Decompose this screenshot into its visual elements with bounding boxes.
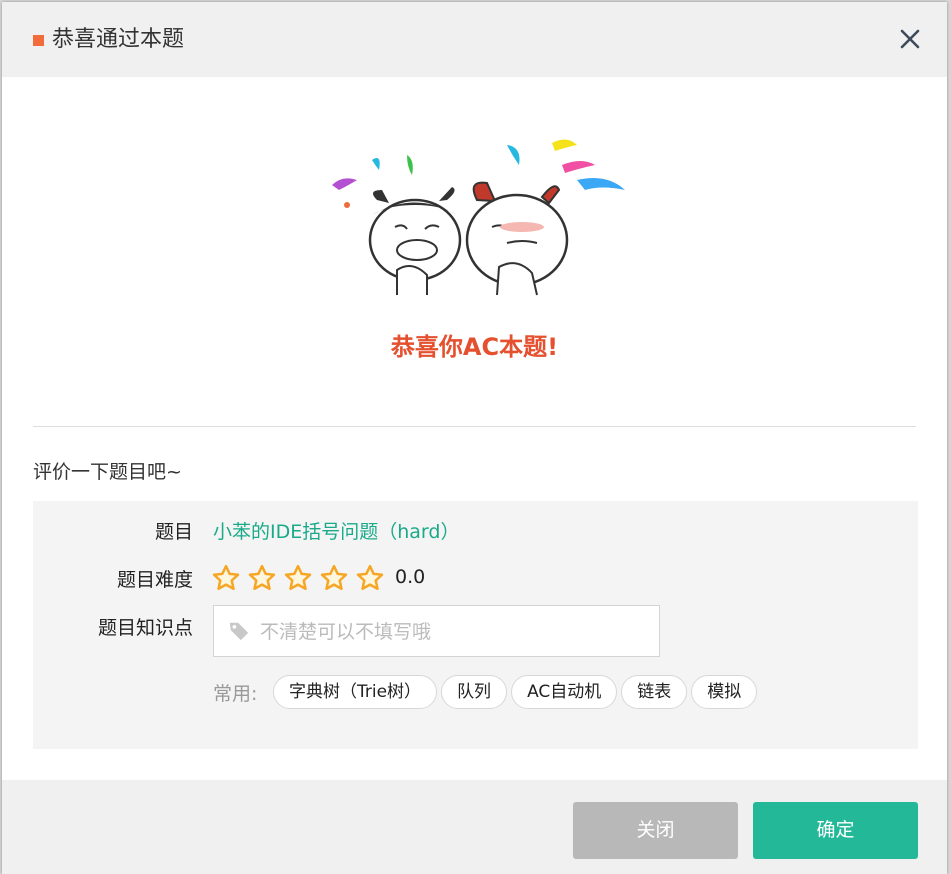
problem-label: 题目 — [154, 521, 193, 543]
congrats-dialog: 恭喜通过本题 恭喜你AC本题! 评价一下题目吧~ 题目 小苯的IDE括号问题（h… — [2, 2, 947, 874]
star-outline-icon[interactable] — [355, 563, 385, 593]
tag-chip[interactable]: 队列 — [441, 675, 508, 709]
tag-chip[interactable]: 模拟 — [691, 675, 758, 709]
rating-panel: 题目 小苯的IDE括号问题（hard） 题目难度 0.0 题目知识点 常用: 字… — [33, 501, 918, 749]
title-marker — [33, 35, 44, 46]
tag-icon — [229, 622, 249, 641]
common-tags: 字典树（Trie树） 队列 AC自动机 链表 模拟 — [273, 675, 758, 709]
difficulty-stars — [211, 563, 385, 593]
knowledge-tag-input[interactable] — [258, 616, 642, 648]
star-outline-icon[interactable] — [283, 563, 313, 593]
difficulty-label: 题目难度 — [116, 569, 193, 591]
rate-prompt: 评价一下题目吧~ — [33, 461, 182, 483]
tag-chip[interactable]: 字典树（Trie树） — [273, 675, 438, 709]
dialog-header: 恭喜通过本题 — [2, 2, 947, 77]
section-divider — [33, 426, 916, 427]
congrats-message: 恭喜你AC本题! — [390, 333, 559, 361]
knowledge-label: 题目知识点 — [97, 617, 193, 639]
star-outline-icon[interactable] — [211, 563, 241, 593]
dialog-footer: 关闭 确定 — [2, 780, 947, 874]
problem-name-link[interactable]: 小苯的IDE括号问题（hard） — [213, 517, 459, 547]
tag-chip[interactable]: AC自动机 — [511, 675, 618, 709]
star-outline-icon[interactable] — [247, 563, 277, 593]
dialog-title: 恭喜通过本题 — [52, 27, 185, 52]
confirm-button[interactable]: 确定 — [753, 802, 918, 859]
cows-illustration — [332, 139, 625, 296]
close-icon[interactable] — [899, 28, 921, 50]
difficulty-score: 0.0 — [395, 566, 426, 588]
tag-chip[interactable]: 链表 — [621, 675, 688, 709]
star-outline-icon[interactable] — [319, 563, 349, 593]
knowledge-tag-input-box[interactable] — [213, 605, 660, 657]
celebration-area: 恭喜你AC本题! — [2, 77, 947, 427]
common-tags-label: 常用: — [213, 683, 258, 705]
close-button[interactable]: 关闭 — [573, 802, 738, 859]
